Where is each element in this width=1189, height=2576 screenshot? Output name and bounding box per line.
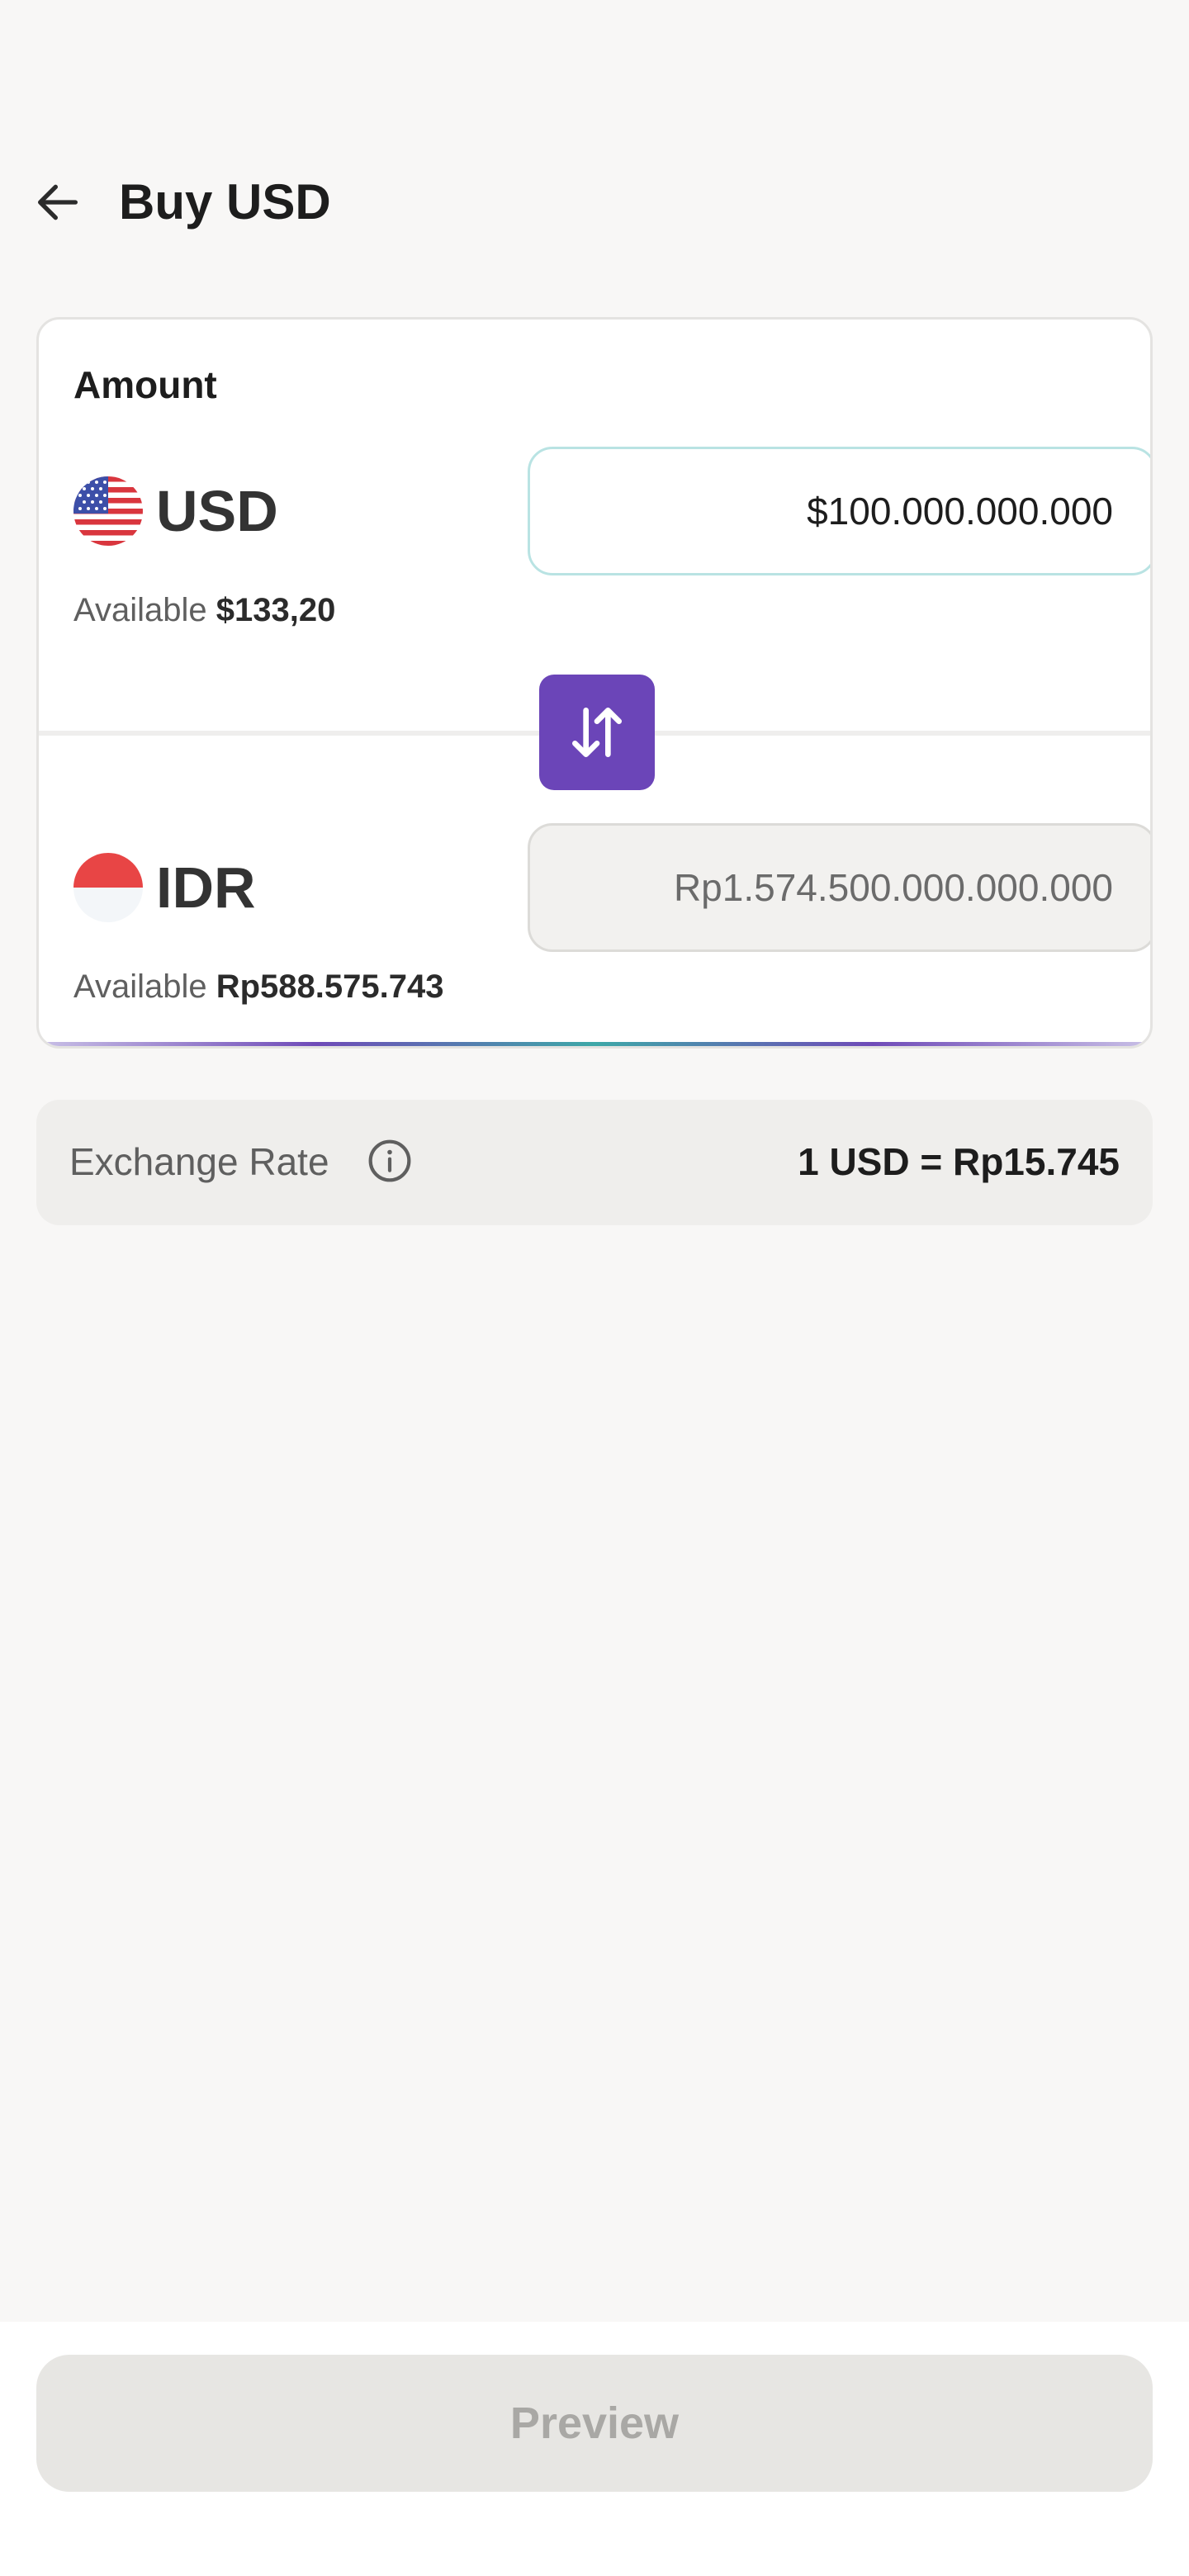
preview-button[interactable]: Preview — [36, 2355, 1153, 2492]
from-amount-input[interactable]: $100.000.000.000 — [528, 447, 1150, 575]
us-flag-icon — [73, 476, 143, 546]
to-currency-row: IDR Rp1.574.500.000.000.000 — [73, 823, 1150, 952]
available-value: Rp588.575.743 — [216, 968, 444, 1005]
from-currency-row: USD $100.000.000.000 — [73, 447, 1150, 575]
available-label: Available — [73, 592, 207, 628]
top-bar: Buy USD — [0, 149, 1189, 256]
arrow-left-icon — [38, 184, 78, 220]
exchange-rate-box: Exchange Rate 1 USD = Rp15.745 — [36, 1100, 1153, 1225]
to-amount-value: Rp1.574.500.000.000.000 — [673, 866, 1113, 909]
page-title: Buy USD — [119, 174, 331, 230]
amount-label: Amount — [73, 363, 217, 406]
swap-button[interactable] — [539, 675, 655, 790]
to-amount-input[interactable]: Rp1.574.500.000.000.000 — [528, 823, 1150, 952]
amount-card: Amount USD $100.000.000.000 Available $1… — [36, 317, 1153, 1049]
to-available-balance: Available Rp588.575.743 — [73, 968, 444, 1006]
from-available-balance: Available $133,20 — [73, 592, 335, 629]
bottom-bar: Preview — [0, 2322, 1189, 2576]
id-flag-icon — [73, 853, 143, 922]
card-accent-line — [39, 1042, 1150, 1046]
available-label: Available — [73, 968, 207, 1005]
info-icon[interactable] — [367, 1138, 413, 1184]
swap-vertical-icon — [572, 708, 622, 757]
from-currency-code[interactable]: USD — [156, 478, 278, 544]
to-currency-code[interactable]: IDR — [156, 855, 256, 921]
from-amount-value: $100.000.000.000 — [807, 490, 1113, 533]
exchange-rate-value: 1 USD = Rp15.745 — [798, 1140, 1120, 1183]
available-value: $133,20 — [216, 592, 336, 628]
back-button[interactable] — [25, 169, 91, 235]
exchange-rate-label: Exchange Rate — [69, 1140, 329, 1183]
